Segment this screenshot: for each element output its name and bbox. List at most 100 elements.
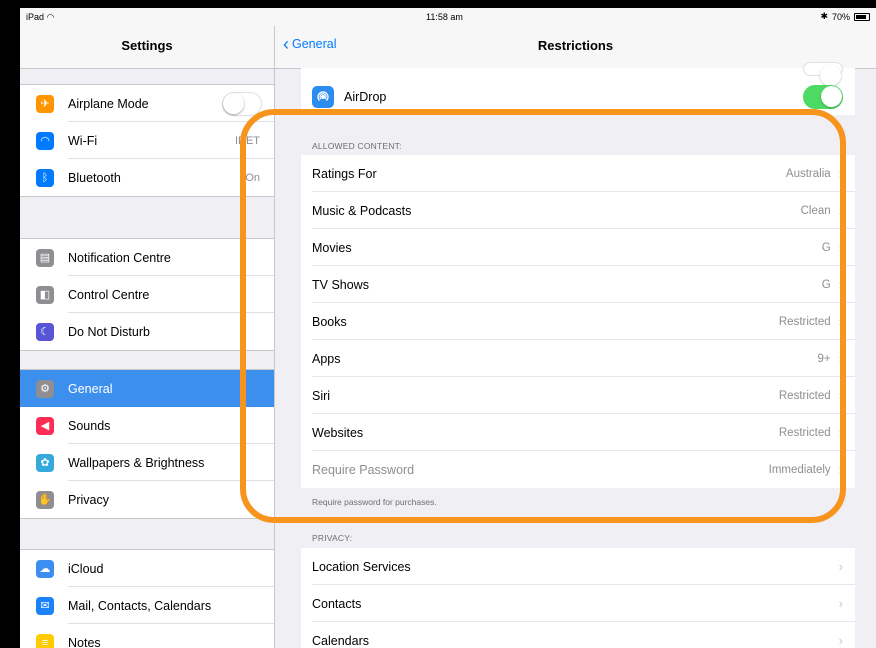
chevron-right-icon: ›: [838, 425, 843, 440]
restriction-row-movies[interactable]: Movies G ›: [301, 229, 855, 266]
master-navigation-bar: Settings: [20, 26, 274, 69]
row-value-group: ›: [839, 633, 843, 648]
row-label: TV Shows: [312, 277, 369, 292]
sidebar-item-label: Privacy: [68, 492, 109, 507]
sidebar-item-notes[interactable]: ≡ Notes: [20, 624, 274, 648]
sidebar-item-privacy[interactable]: ✋ Privacy: [20, 481, 274, 518]
sidebar-item-value: On: [245, 171, 260, 184]
sidebar-item-value: IDET: [234, 134, 260, 147]
settings-group: ⚙ General ◀ Sounds ✿ Wallpapers & Brightness ✋…: [20, 369, 274, 519]
restriction-row-books[interactable]: Books Restricted ›: [301, 303, 855, 340]
row-label: Apps: [312, 351, 341, 366]
row-label: Music & Podcasts: [312, 203, 412, 218]
row-label: Books: [312, 314, 347, 329]
airdrop-toggle[interactable]: [803, 84, 843, 109]
restriction-row-location-services[interactable]: Location Services ›: [301, 548, 855, 585]
sidebar-item-general[interactable]: ⚙ General: [20, 370, 274, 407]
sidebar-item-label: Do Not Disturb: [68, 324, 150, 339]
row-value: Restricted: [778, 315, 831, 328]
row-label: Movies: [312, 240, 352, 255]
partial-toggle[interactable]: [803, 62, 843, 86]
restriction-row-require-password[interactable]: Require Password Immediately ›: [301, 451, 855, 488]
allowed-content-header: ALLOWED CONTENT:: [312, 141, 402, 151]
row-value-group: 9+ ›: [818, 351, 843, 366]
row-value: G: [821, 278, 831, 291]
sidebar-item-mail-contacts-calendars[interactable]: ✉ Mail, Contacts, Calendars: [20, 587, 274, 624]
sidebar-item-label: Bluetooth: [68, 170, 121, 185]
notes-icon: ≡: [36, 633, 54, 648]
airdrop-row: AirDrop: [301, 78, 855, 115]
airplane-icon: ✈: [36, 94, 54, 113]
page-title-settings: Settings: [121, 38, 173, 53]
wifi-icon: ◠: [46, 12, 55, 22]
restriction-row-contacts[interactable]: Contacts ›: [301, 585, 855, 622]
airdrop-label: AirDrop: [344, 89, 387, 104]
sidebar-item-control-centre[interactable]: ◧ Control Centre: [20, 276, 274, 313]
battery-percent: 70%: [831, 11, 850, 22]
allowed-content-group: Ratings For Australia › Music & Podcasts Cle…: [301, 155, 855, 488]
row-label: Contacts: [312, 596, 362, 611]
row-value-group: ›: [839, 596, 843, 611]
sidebar-item-icloud[interactable]: ☁ iCloud: [20, 550, 274, 587]
chevron-right-icon: ›: [838, 351, 843, 366]
sidebar-item-label: Notification Centre: [68, 250, 171, 265]
row-label: Websites: [312, 425, 364, 440]
restriction-row-websites[interactable]: Websites Restricted ›: [301, 414, 855, 451]
sidebar-item-sounds[interactable]: ◀ Sounds: [20, 407, 274, 444]
mail-icon: ✉: [36, 596, 54, 615]
sidebar-item-label: iCloud: [68, 561, 104, 576]
sidebar-item-airplane-mode[interactable]: ✈ Airplane Mode: [20, 85, 274, 122]
flower-icon: ✿: [36, 453, 54, 472]
status-time: 11:58 am: [426, 12, 463, 22]
row-value: 9+: [817, 352, 831, 365]
row-value-group: Immediately ›: [769, 462, 843, 477]
row-value: Immediately: [768, 463, 831, 476]
allowed-content-footer: Require password for purchases.: [312, 497, 437, 507]
chevron-right-icon: ›: [838, 388, 843, 403]
sidebar-item-label: Mail, Contacts, Calendars: [68, 598, 212, 613]
chevron-right-icon: ›: [838, 203, 843, 218]
row-value-group: G ›: [822, 277, 843, 292]
sidebar-item-notification-centre[interactable]: ▤ Notification Centre: [20, 239, 274, 276]
top-group: AirDrop: [301, 62, 855, 115]
chevron-right-icon: ›: [838, 596, 843, 611]
row-label: Calendars: [312, 633, 369, 648]
row-value-group: Restricted ›: [779, 425, 843, 440]
privacy-group: Location Services › Contacts › Calendars ›: [301, 548, 855, 648]
sidebar-item-label: Wallpapers & Brightness: [68, 455, 205, 470]
sidebar-item-do-not-disturb[interactable]: ☾ Do Not Disturb: [20, 313, 274, 350]
chevron-right-icon: ›: [838, 462, 843, 477]
row-value: Australia: [785, 167, 831, 180]
restriction-row-music-podcasts[interactable]: Music & Podcasts Clean ›: [301, 192, 855, 229]
airdrop-icon: [312, 85, 334, 108]
restriction-row-calendars[interactable]: Calendars ›: [301, 622, 855, 648]
row-value: Restricted: [778, 426, 831, 439]
status-device: iPad ◠: [26, 12, 54, 23]
bluetooth-icon: ᛒ: [36, 168, 54, 187]
row-value-group: Restricted ›: [779, 388, 843, 403]
settings-group: ☁ iCloud ✉ Mail, Contacts, Calendars ≡ Notes: [20, 549, 274, 648]
device-label: iPad: [26, 12, 45, 22]
sidebar-item-wallpapers-brightness[interactable]: ✿ Wallpapers & Brightness: [20, 444, 274, 481]
wifi-icon: ◠: [36, 131, 54, 150]
restriction-row-ratings-for[interactable]: Ratings For Australia ›: [301, 155, 855, 192]
restriction-row-tv-shows[interactable]: TV Shows G ›: [301, 266, 855, 303]
sidebar-item-bluetooth[interactable]: ᛒ Bluetooth On: [20, 159, 274, 196]
gear-icon: ⚙: [36, 379, 54, 398]
row-value-group: Clean ›: [801, 203, 843, 218]
row-label: Ratings For: [312, 166, 377, 181]
sidebar-item-label: General: [68, 381, 113, 396]
notification-centre-icon: ▤: [36, 248, 54, 267]
page-title-restrictions: Restrictions: [537, 38, 614, 53]
sidebar-item-label: Notes: [68, 635, 101, 648]
partial-row: [301, 62, 855, 86]
bluetooth-status-icon: ✱: [820, 11, 828, 21]
control-centre-icon: ◧: [36, 285, 54, 304]
sidebar-item-wi-fi[interactable]: ◠ Wi-Fi IDET: [20, 122, 274, 159]
battery-icon: [854, 12, 870, 21]
airplane-mode-toggle[interactable]: [222, 91, 262, 116]
sidebar-item-label: Sounds: [68, 418, 111, 433]
restriction-row-apps[interactable]: Apps 9+ ›: [301, 340, 855, 377]
restriction-row-siri[interactable]: Siri Restricted ›: [301, 377, 855, 414]
row-label: Location Services: [312, 559, 411, 574]
